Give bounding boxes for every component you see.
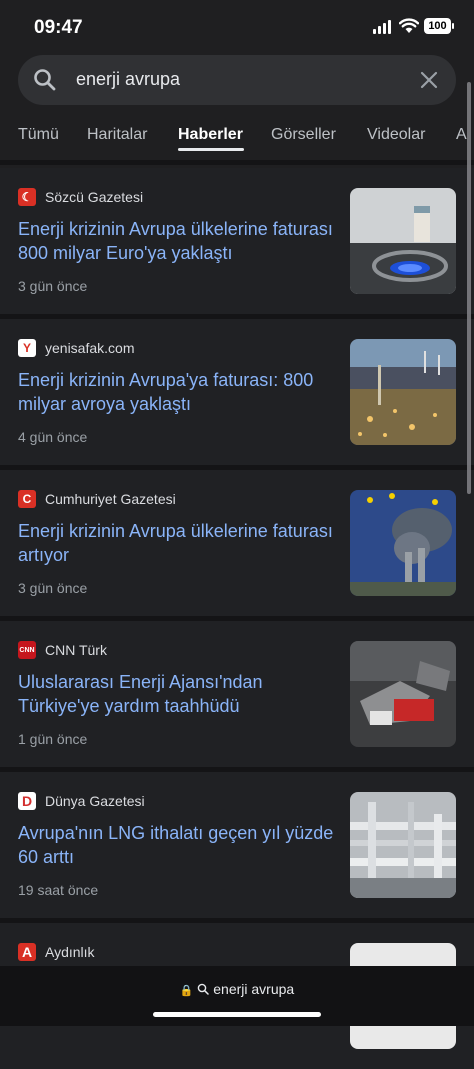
- tab-maps[interactable]: Haritalar: [87, 126, 147, 144]
- battery-tip: [452, 23, 454, 29]
- news-timestamp: 1 gün önce: [18, 731, 88, 747]
- news-thumbnail-eu-flag-smoke[interactable]: [350, 490, 456, 596]
- active-tab-indicator: [178, 148, 244, 151]
- news-timestamp: 3 gün önce: [18, 580, 88, 596]
- source-name: Dünya Gazetesi: [45, 793, 145, 809]
- tab-all[interactable]: Tümü: [18, 126, 59, 144]
- news-result[interactable]: D Dünya Gazetesi Avrupa'nın LNG ithalatı…: [0, 772, 474, 918]
- news-timestamp: 19 saat önce: [18, 882, 99, 898]
- cellular-signal-icon: [373, 20, 391, 34]
- tab-more[interactable]: A: [456, 126, 467, 144]
- news-source: A Aydınlık: [18, 943, 95, 961]
- tab-videos[interactable]: Videolar: [367, 126, 425, 144]
- news-timestamp: 4 gün önce: [18, 429, 88, 445]
- search-input[interactable]: enerji avrupa: [76, 69, 180, 90]
- news-timestamp: 3 gün önce: [18, 278, 88, 294]
- news-headline[interactable]: Avrupa'nın LNG ithalatı geçen yıl yüzde …: [18, 821, 334, 869]
- source-name: CNN Türk: [45, 642, 107, 658]
- source-logo-icon: C: [18, 490, 36, 508]
- home-indicator[interactable]: [153, 1012, 321, 1017]
- news-result[interactable]: CNN CNN Türk Uluslararası Enerji Ajansı'…: [0, 621, 474, 767]
- news-result[interactable]: ☾ Sözcü Gazetesi Enerji krizinin Avrupa …: [0, 168, 474, 314]
- news-thumbnail-lng-pipes[interactable]: [350, 792, 456, 898]
- source-name: Aydınlık: [45, 944, 95, 960]
- news-source: CNN CNN Türk: [18, 641, 107, 659]
- news-headline[interactable]: Enerji krizinin Avrupa'ya faturası: 800 …: [18, 368, 334, 416]
- address-query[interactable]: enerji avrupa: [213, 981, 294, 997]
- source-logo-icon: ☾: [18, 188, 36, 206]
- news-result[interactable]: Y yenisafak.com Enerji krizinin Avrupa'y…: [0, 319, 474, 465]
- news-thumbnail-industrial-city[interactable]: [350, 339, 456, 445]
- news-headline[interactable]: Enerji krizinin Avrupa ülkelerine fatura…: [18, 217, 334, 265]
- tab-images[interactable]: Görseller: [271, 126, 336, 144]
- search-icon: [198, 983, 210, 995]
- tab-news[interactable]: Haberler: [178, 126, 243, 144]
- source-logo-icon: CNN: [18, 641, 36, 659]
- clear-icon[interactable]: [419, 70, 439, 90]
- lock-icon: 🔒: [179, 985, 194, 997]
- news-source: D Dünya Gazetesi: [18, 792, 145, 810]
- source-name: yenisafak.com: [45, 340, 135, 356]
- news-result[interactable]: C Cumhuriyet Gazetesi Enerji krizinin Av…: [0, 470, 474, 616]
- news-headline[interactable]: Uluslararası Enerji Ajansı'ndan Türkiye'…: [18, 670, 334, 718]
- battery-icon: 100: [424, 18, 451, 34]
- search-icon[interactable]: [32, 67, 58, 93]
- source-logo-icon: D: [18, 792, 36, 810]
- scrollbar[interactable]: [467, 82, 471, 494]
- status-time: 09:47: [34, 17, 83, 38]
- address-text[interactable]: 🔒 enerji avrupa: [0, 981, 474, 997]
- news-source: ☾ Sözcü Gazetesi: [18, 188, 143, 206]
- source-logo-icon: A: [18, 943, 36, 961]
- address-bar[interactable]: 🔒 enerji avrupa: [0, 966, 474, 1026]
- news-source: C Cumhuriyet Gazetesi: [18, 490, 176, 508]
- news-headline[interactable]: Enerji krizinin Avrupa ülkelerine fatura…: [18, 519, 334, 567]
- news-thumbnail-gas-stove[interactable]: [350, 188, 456, 294]
- search-bar[interactable]: enerji avrupa: [18, 55, 456, 105]
- source-name: Cumhuriyet Gazetesi: [45, 491, 176, 507]
- status-bar: 09:47 100: [0, 0, 474, 52]
- wifi-icon: [399, 18, 419, 33]
- news-thumbnail-earthquake-rubble[interactable]: [350, 641, 456, 747]
- news-source: Y yenisafak.com: [18, 339, 134, 357]
- source-logo-icon: Y: [18, 339, 36, 357]
- divider: [0, 160, 474, 165]
- source-name: Sözcü Gazetesi: [45, 189, 144, 205]
